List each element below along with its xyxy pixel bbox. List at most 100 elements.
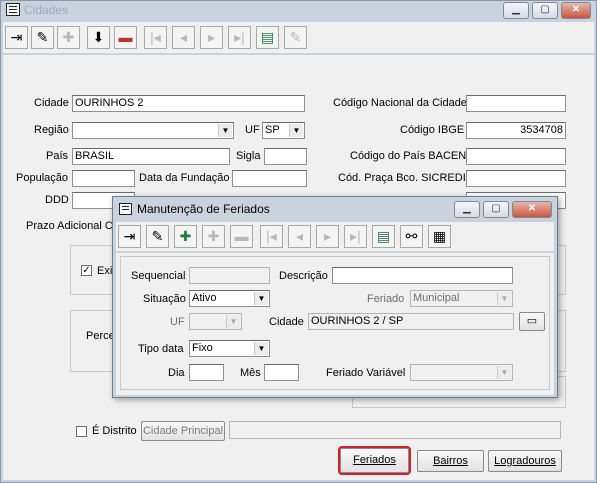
pais-input[interactable]: BRASIL xyxy=(72,148,230,165)
dialog-maximize-button[interactable]: ▢ xyxy=(483,201,509,218)
ddd-label: DDD xyxy=(45,194,69,206)
minimize-button[interactable]: ▁ xyxy=(503,2,529,19)
cod-praca-input[interactable] xyxy=(466,170,566,187)
regiao-label: Região xyxy=(34,124,69,136)
dialog-toolbar: ⇥ ✎ ✚ ✚ ▬ |◂ ◂ ▸ ▸| ▤ ⚯ ▦ xyxy=(116,222,554,252)
dia-input[interactable] xyxy=(189,364,224,381)
add-record-icon[interactable]: ✚ xyxy=(174,225,197,248)
feriado-variavel-select[interactable]: ▼ xyxy=(410,364,513,381)
uf-select[interactable]: SP ▼ xyxy=(262,122,305,139)
dialog-window-icon xyxy=(119,203,132,215)
cidade-principal-button[interactable]: Cidade Principal xyxy=(141,421,225,441)
data-fundacao-input[interactable] xyxy=(232,170,307,187)
add-record-icon[interactable]: ✚ xyxy=(57,26,80,49)
cod-praca-label: Cód. Praça Bco. SICREDI xyxy=(338,172,466,184)
bairros-button[interactable]: Bairros xyxy=(417,450,484,472)
cidade-principal-input[interactable] xyxy=(229,421,561,439)
bairros-button-label: Bairros xyxy=(433,455,468,467)
codigo-nacional-label: Código Nacional da Cidade xyxy=(333,97,467,109)
cidade-input[interactable]: OURINHOS 2 xyxy=(72,95,305,112)
dialog-title: Manutenção de Feriados xyxy=(137,202,270,216)
codigo-pais-bacen-input[interactable] xyxy=(466,148,566,165)
grid-view-icon[interactable]: ▤ xyxy=(256,26,279,49)
distrito-label: É Distrito xyxy=(92,425,137,437)
exi-label: Exi xyxy=(97,265,113,277)
situacao-label: Situação xyxy=(143,293,186,305)
cidade-input[interactable]: OURINHOS 2 / SP xyxy=(308,313,514,330)
mes-input[interactable] xyxy=(264,364,299,381)
perce-label: Perce xyxy=(86,330,115,342)
main-toolbar: ⇥ ✎ ✚ ⬇ ▬ |◂ ◂ ▸ ▸| ▤ ✎ xyxy=(3,22,594,54)
window-icon xyxy=(6,3,20,16)
populacao-label: População xyxy=(16,172,68,184)
report-icon[interactable]: ▦ xyxy=(428,225,451,248)
populacao-input[interactable] xyxy=(72,170,135,187)
codigo-nacional-input[interactable] xyxy=(466,95,566,112)
logradouros-button-label: Logradouros xyxy=(494,455,556,467)
dialog-close-button[interactable]: ✕ xyxy=(512,201,552,218)
chevron-down-icon: ▼ xyxy=(289,124,303,137)
copy-record-icon[interactable]: ✚ xyxy=(202,225,225,248)
feriado-select[interactable]: Municipal ▼ xyxy=(410,290,513,307)
pencil-icon[interactable]: ✎ xyxy=(146,225,169,248)
cancel-icon[interactable]: ▬ xyxy=(230,225,253,248)
feriados-button-label: Feriados xyxy=(353,454,396,466)
uf-label: UF xyxy=(245,124,260,136)
exi-checkbox[interactable]: ✓ xyxy=(81,265,92,276)
data-fundacao-label: Data da Fundação xyxy=(139,172,230,184)
cidade-label: Cidade xyxy=(269,316,304,328)
grid-view-icon[interactable]: ▤ xyxy=(372,225,395,248)
distrito-checkbox[interactable] xyxy=(76,426,87,437)
save-icon[interactable]: ⬇ xyxy=(87,26,110,49)
exit-icon[interactable]: ⇥ xyxy=(5,26,28,49)
last-record-icon[interactable]: ▸| xyxy=(344,225,367,248)
regiao-select[interactable]: ▼ xyxy=(72,122,234,139)
dialog-minimize-button[interactable]: ▁ xyxy=(454,201,480,218)
pencil-icon[interactable]: ✎ xyxy=(31,26,54,49)
sigla-input[interactable] xyxy=(264,148,307,165)
uf-select[interactable]: ▼ xyxy=(189,313,242,330)
tipo-data-label: Tipo data xyxy=(138,343,184,355)
sequencial-input[interactable] xyxy=(189,267,270,284)
edit-disabled-icon[interactable]: ✎ xyxy=(284,26,307,49)
binoculars-icon[interactable]: ⚯ xyxy=(400,225,423,248)
sequencial-label: Sequencial xyxy=(131,270,186,282)
descricao-input[interactable] xyxy=(332,267,513,284)
logradouros-button[interactable]: Logradouros xyxy=(488,450,562,472)
maximize-button[interactable]: ▢ xyxy=(532,2,558,19)
window-title: Cidades xyxy=(24,3,69,17)
chevron-down-icon: ▼ xyxy=(254,342,268,355)
chevron-down-icon: ▼ xyxy=(254,292,268,305)
cidade-label: Cidade xyxy=(34,97,69,109)
mes-label: Mês xyxy=(240,367,261,379)
codigo-ibge-input[interactable]: 3534708 xyxy=(466,122,566,139)
feriados-dialog: Manutenção de Feriados ▁ ▢ ✕ ⇥ ✎ ✚ ✚ ▬ |… xyxy=(112,196,558,398)
cancel-icon[interactable]: ▬ xyxy=(114,26,137,49)
exit-icon[interactable]: ⇥ xyxy=(118,225,141,248)
feriado-variavel-label: Feriado Variável xyxy=(326,367,406,379)
feriado-label: Feriado xyxy=(367,293,405,305)
codigo-pais-bacen-label: Código do País BACEN xyxy=(350,150,467,162)
cidade-lookup-button[interactable]: ▭ xyxy=(519,312,545,331)
tipo-data-select[interactable]: Fixo ▼ xyxy=(189,340,270,357)
codigo-ibge-label: Código IBGE xyxy=(400,124,465,136)
situacao-select[interactable]: Ativo ▼ xyxy=(189,290,270,307)
first-record-icon[interactable]: |◂ xyxy=(144,26,167,49)
prazo-label: Prazo Adicional Co xyxy=(26,220,119,232)
previous-record-icon[interactable]: ◂ xyxy=(288,225,311,248)
chevron-down-icon: ▼ xyxy=(226,315,240,328)
pais-label: País xyxy=(46,150,69,162)
previous-record-icon[interactable]: ◂ xyxy=(172,26,195,49)
close-button[interactable]: ✕ xyxy=(561,2,591,19)
sigla-label: Sigla xyxy=(236,150,261,162)
first-record-icon[interactable]: |◂ xyxy=(260,225,283,248)
last-record-icon[interactable]: ▸| xyxy=(228,26,251,49)
next-record-icon[interactable]: ▸ xyxy=(200,26,223,49)
descricao-label: Descrição xyxy=(279,270,328,282)
next-record-icon[interactable]: ▸ xyxy=(316,225,339,248)
feriados-button[interactable]: Feriados xyxy=(338,446,411,475)
chevron-down-icon: ▼ xyxy=(497,292,511,305)
uf-label: UF xyxy=(170,316,185,328)
chevron-down-icon: ▼ xyxy=(497,366,511,379)
dia-label: Dia xyxy=(168,367,185,379)
